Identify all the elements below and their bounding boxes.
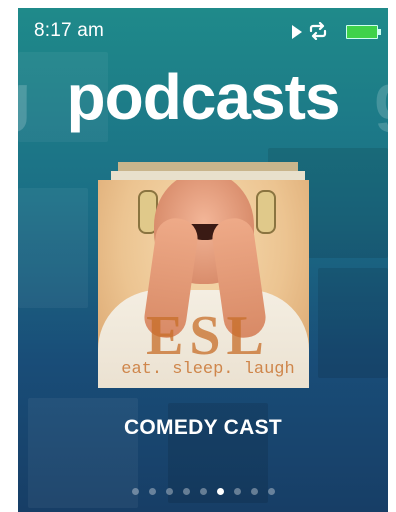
cover-tagline: eat. sleep. laugh	[121, 360, 295, 379]
background-tile	[18, 188, 88, 308]
clock: 8:17 am	[34, 20, 105, 41]
page-dot[interactable]	[267, 488, 275, 495]
battery-icon	[346, 25, 381, 39]
background-tile	[318, 268, 388, 378]
page-dot-active[interactable]	[216, 488, 224, 495]
device-screen: 8:17 am g podcasts g ESL eat. sleep. lau…	[18, 8, 388, 512]
page-dot[interactable]	[148, 488, 156, 495]
page-dot[interactable]	[250, 488, 258, 495]
repeat-icon	[309, 22, 327, 40]
page-dot[interactable]	[131, 488, 139, 495]
play-icon	[292, 25, 302, 39]
page-dot[interactable]	[165, 488, 173, 495]
cover-logo: ESL	[146, 305, 270, 367]
podcast-cover-art[interactable]: ESL eat. sleep. laugh	[98, 180, 309, 388]
page-title: podcasts	[66, 61, 341, 133]
status-bar: 8:17 am	[18, 8, 388, 52]
page-indicator[interactable]	[18, 482, 388, 500]
podcast-title[interactable]: COMEDY CAST	[18, 416, 388, 440]
page-dot[interactable]	[233, 488, 241, 495]
page-dot[interactable]	[182, 488, 190, 495]
next-category-peek[interactable]: g	[374, 62, 388, 132]
headphone-right	[256, 190, 276, 234]
page-dot[interactable]	[199, 488, 207, 495]
